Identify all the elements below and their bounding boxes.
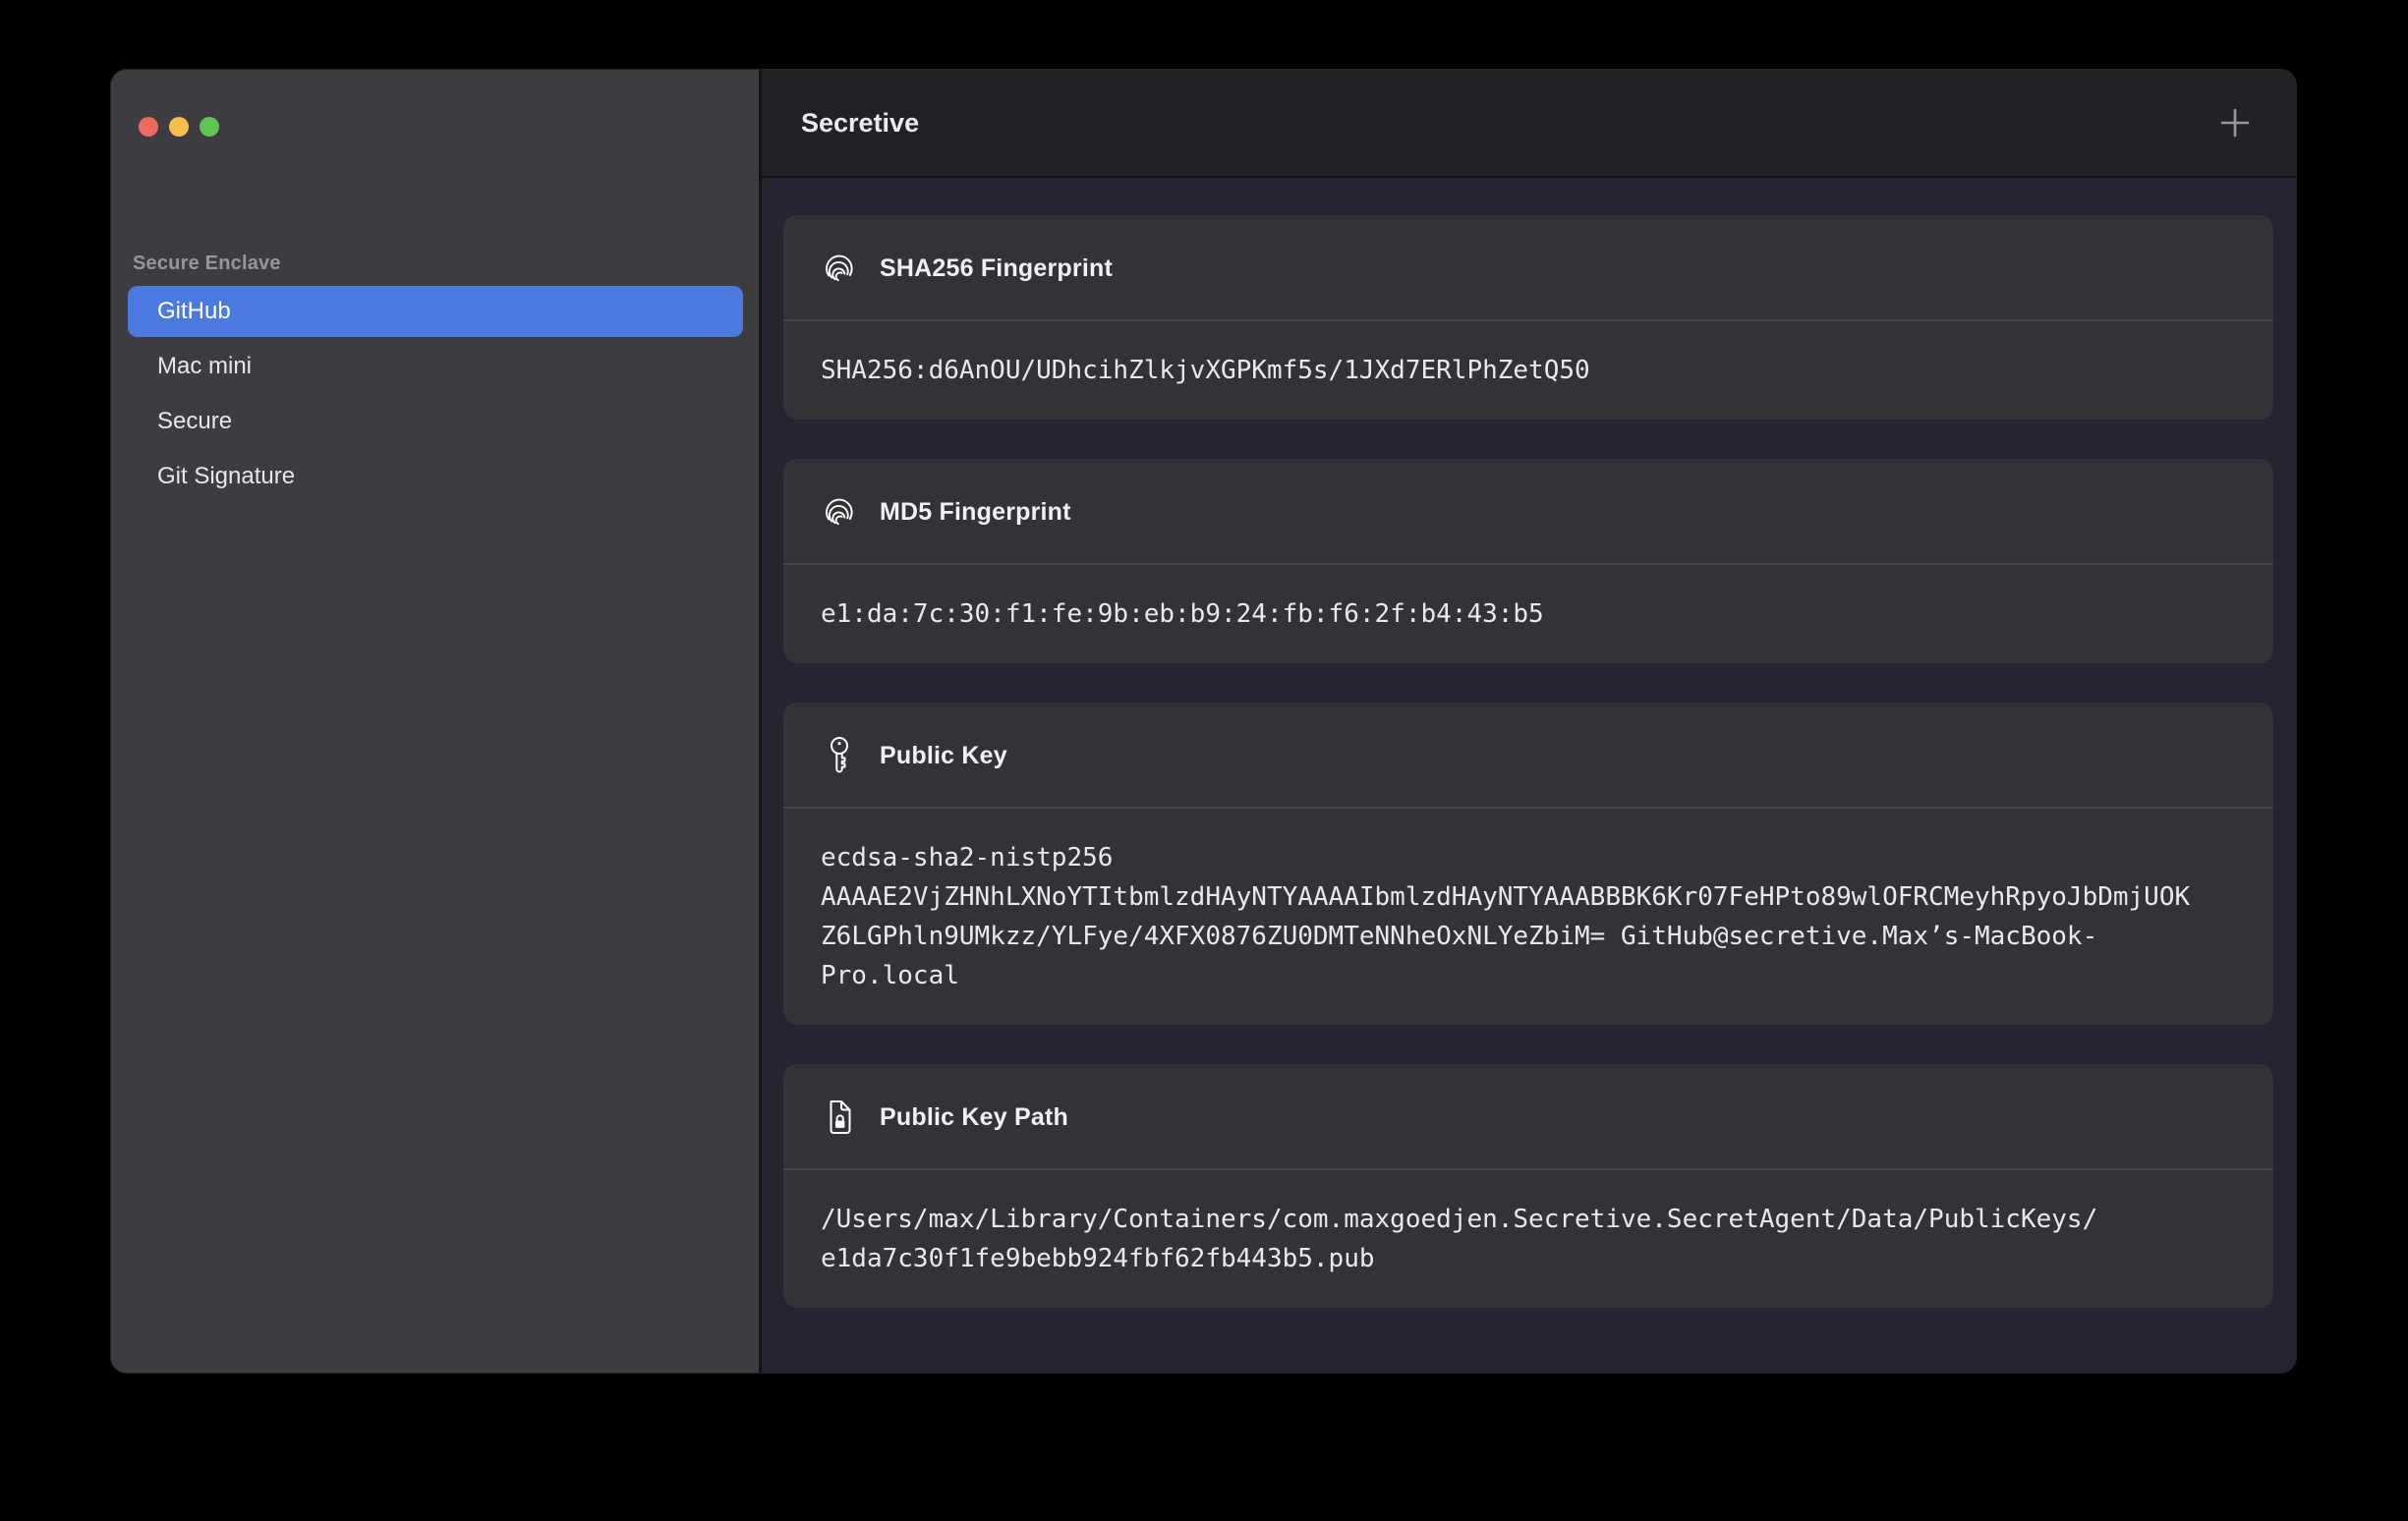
card-header: SHA256 Fingerprint [783,215,2273,319]
card-title: Public Key Path [880,1103,1068,1132]
title-bar: Secretive [762,70,2296,178]
public-key-card: Public Key ecdsa-sha2-nistp256 AAAAE2VjZ… [783,703,2273,1025]
minimize-window-button[interactable] [169,117,189,137]
card-header: MD5 Fingerprint [783,459,2273,563]
card-title: MD5 Fingerprint [880,498,1071,527]
secret-list: GitHub Mac mini Secure Git Signature [128,286,743,502]
md5-fingerprint-value[interactable]: e1:da:7c:30:f1:fe:9b:eb:b9:24:fb:f6:2f:b… [783,563,2273,663]
md5-fingerprint-card: MD5 Fingerprint e1:da:7c:30:f1:fe:9b:eb:… [783,459,2273,663]
main-panel: Secretive [762,70,2296,1373]
app-window: Secure Enclave GitHub Mac mini Secure Gi… [111,70,2296,1373]
page-title: Secretive [801,108,919,139]
sha256-fingerprint-value[interactable]: SHA256:d6AnOU/UDhcihZlkjvXGPKmf5s/1JXd7E… [783,319,2273,420]
sidebar: Secure Enclave GitHub Mac mini Secure Gi… [111,70,762,1373]
sidebar-item-label: Mac mini [157,353,252,380]
public-key-path-card: Public Key Path /Users/max/Library/Conta… [783,1064,2273,1308]
sidebar-item-secure[interactable]: Secure [128,396,743,447]
card-header: Public Key Path [783,1064,2273,1168]
sidebar-item-github[interactable]: GitHub [128,286,743,337]
public-key-value[interactable]: ecdsa-sha2-nistp256 AAAAE2VjZHNhLXNoYTIt… [783,807,2273,1025]
sidebar-item-mac-mini[interactable]: Mac mini [128,341,743,392]
doc-lock-icon [821,1098,858,1137]
close-window-button[interactable] [139,117,158,137]
card-title: SHA256 Fingerprint [880,254,1113,283]
fingerprint-icon [821,249,858,288]
sidebar-item-label: GitHub [157,298,231,325]
secret-detail: SHA256 Fingerprint SHA256:d6AnOU/UDhcihZ… [762,178,2296,1373]
public-key-path-value[interactable]: /Users/max/Library/Containers/com.maxgoe… [783,1168,2273,1308]
plus-icon [2218,106,2252,140]
sha256-fingerprint-card: SHA256 Fingerprint SHA256:d6AnOU/UDhcihZ… [783,215,2273,420]
sidebar-item-git-signature[interactable]: Git Signature [128,451,743,502]
fingerprint-icon [821,492,858,532]
zoom-window-button[interactable] [200,117,219,137]
key-icon [821,736,858,775]
traffic-lights [139,117,219,137]
card-title: Public Key [880,742,1007,770]
add-secret-button[interactable] [2213,101,2257,144]
sidebar-item-label: Secure [157,408,232,435]
sidebar-section-label: Secure Enclave [133,253,281,275]
card-header: Public Key [783,703,2273,807]
sidebar-item-label: Git Signature [157,463,295,490]
